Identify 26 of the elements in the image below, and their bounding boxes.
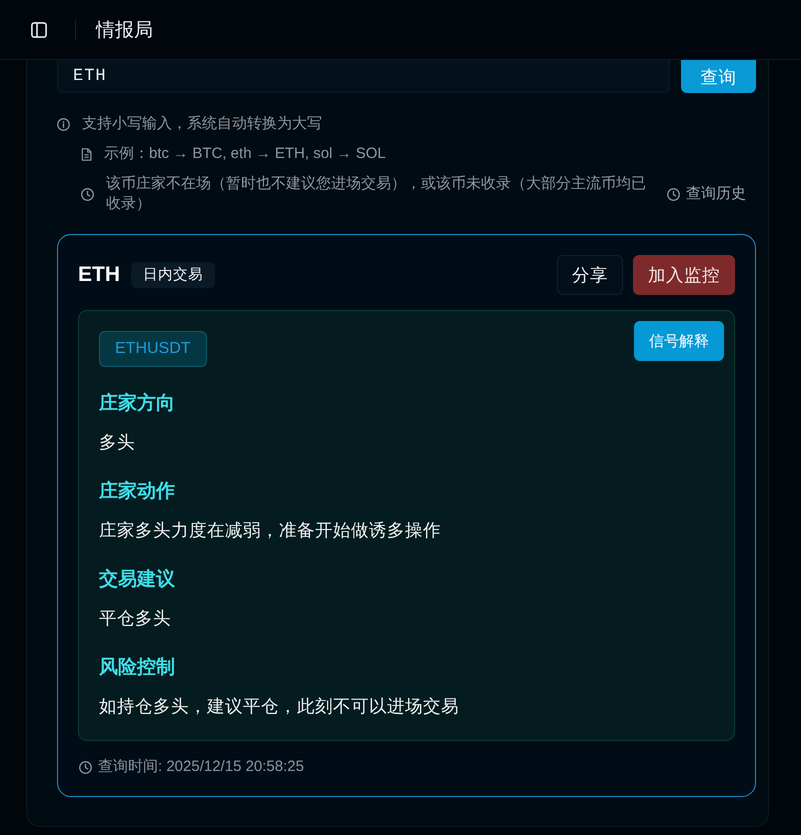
add-watch-button[interactable]: 加入监控: [633, 255, 735, 295]
query-time-text: 查询时间: 2025/12/15 20:58:25: [98, 757, 304, 777]
section-text: 平仓多头: [99, 607, 171, 630]
mode-badge: 日内交易: [131, 262, 215, 288]
pair-tag: ETHUSDT: [99, 331, 207, 367]
section-title: 交易建议: [99, 568, 175, 592]
clock-icon: [79, 760, 92, 774]
hint-text: 示例：btc → BTC, eth → ETH, sol → SOL: [104, 144, 386, 164]
app-title: 情报局: [96, 18, 153, 42]
clock-icon: [667, 188, 680, 200]
section-text: 如持仓多头，建议平仓，此刻不可以进场交易: [99, 695, 459, 718]
hint-text: 该币庄家不在场（暂时也不建议您进场交易），或该币未收录（大部分主流币均已收录）: [106, 174, 647, 214]
section-text: 多头: [99, 431, 135, 454]
hint-text: 支持小写输入，系统自动转换为大写: [82, 114, 322, 134]
section-title: 庄家方向: [99, 392, 175, 416]
sidebar-toggle-icon[interactable]: [31, 22, 47, 38]
history-link[interactable]: 查询历史: [667, 184, 746, 204]
share-button[interactable]: 分享: [557, 255, 623, 295]
symbol-input[interactable]: ETH: [57, 60, 670, 93]
info-icon: [57, 118, 70, 130]
symbol-title: ETH: [78, 263, 120, 287]
document-icon: [81, 148, 92, 160]
clock-icon: [81, 188, 94, 200]
section-title: 风险控制: [99, 656, 175, 680]
section-title: 庄家动作: [99, 480, 175, 504]
section-text: 庄家多头力度在减弱，准备开始做诱多操作: [99, 519, 441, 542]
